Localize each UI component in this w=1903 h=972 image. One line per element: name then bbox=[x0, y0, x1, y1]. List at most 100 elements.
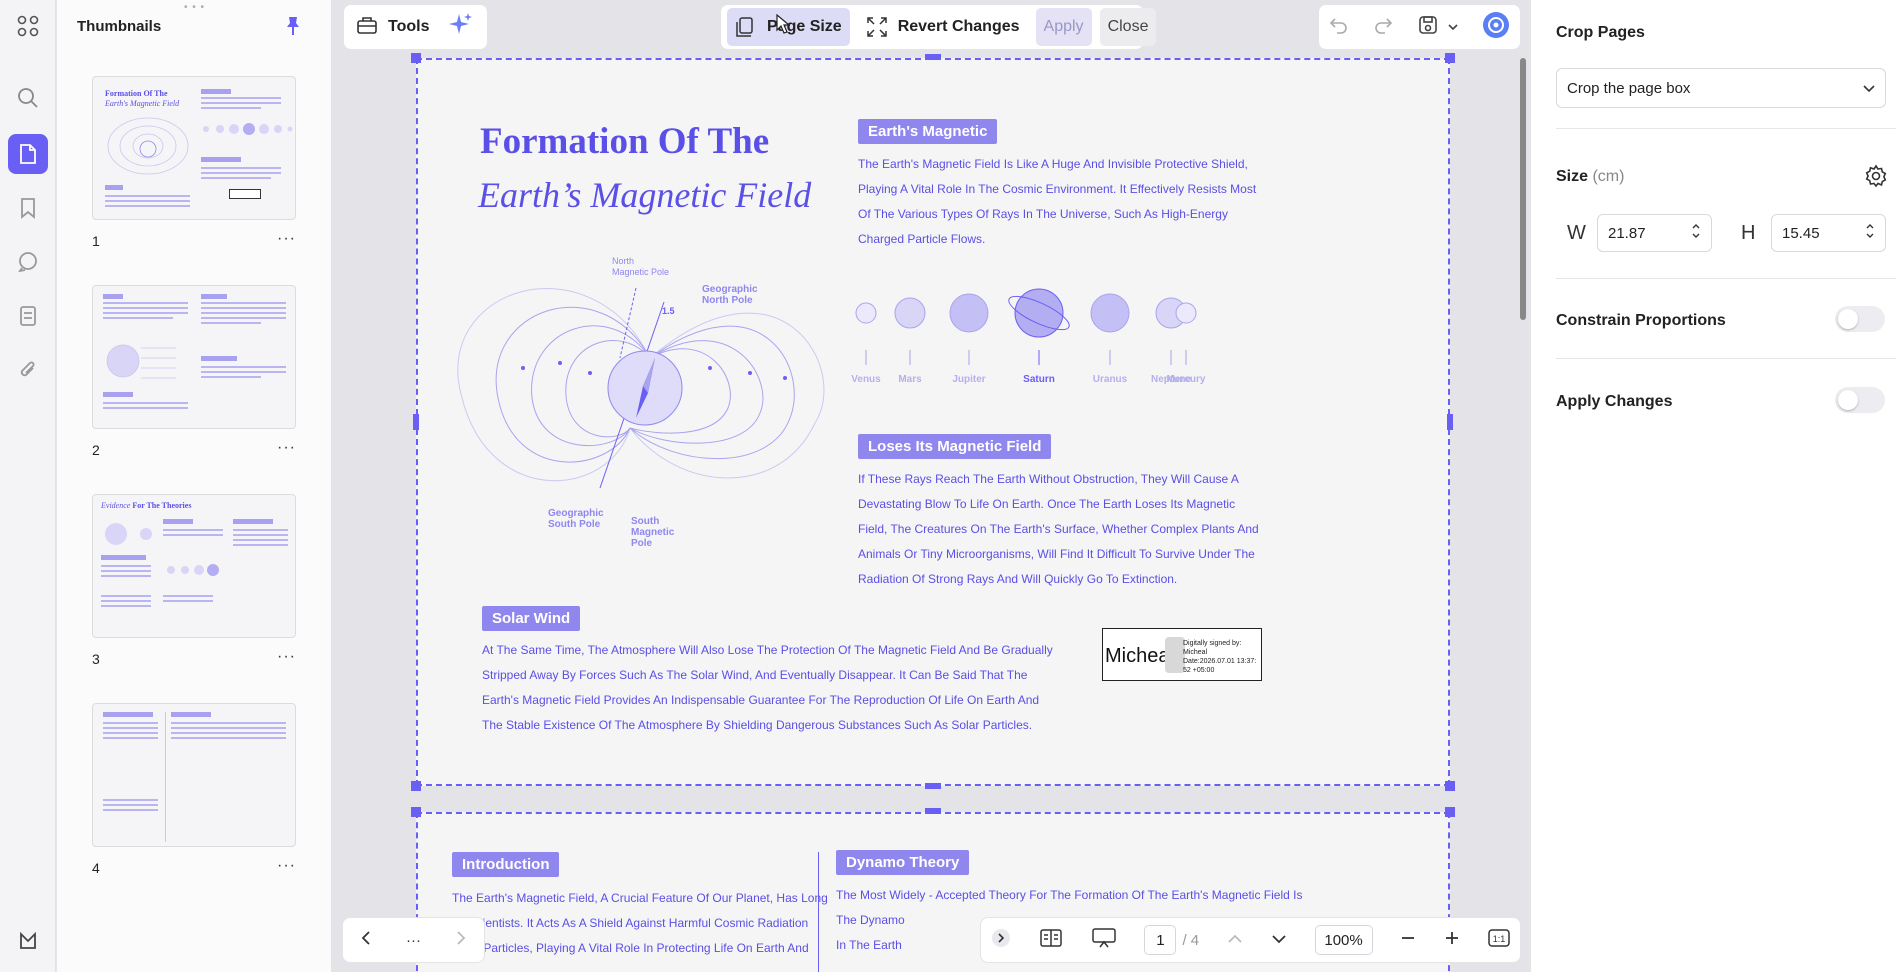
width-label: W bbox=[1567, 222, 1586, 244]
redo-icon[interactable] bbox=[1373, 16, 1393, 39]
chevron-down-icon[interactable] bbox=[1448, 18, 1458, 36]
crop-handle-top-right[interactable] bbox=[1445, 53, 1455, 63]
bookmark-icon[interactable] bbox=[8, 188, 48, 228]
more-nav-button[interactable]: ··· bbox=[406, 932, 421, 949]
thumbnail-page-3[interactable]: Evidence For The Theories bbox=[92, 494, 296, 638]
zoom-out-icon[interactable] bbox=[1400, 930, 1416, 951]
crop-pages-title: Crop Pages bbox=[1556, 24, 1645, 41]
thumbnail-number: 2 bbox=[92, 442, 100, 458]
expand-icon bbox=[866, 17, 887, 37]
zoom-level[interactable]: 100% bbox=[1314, 925, 1373, 955]
solar-wind-text: At The Same Time, The Atmosphere Will Al… bbox=[482, 643, 1053, 732]
crop-handle-right[interactable] bbox=[1447, 414, 1453, 430]
total-pages: / 4 bbox=[1182, 931, 1200, 949]
planet-label-mercury: Mercury bbox=[1166, 374, 1206, 385]
thumbnail-page-1[interactable]: Formation Of The Earth's Magnetic Field bbox=[92, 76, 296, 220]
zoom-in-icon[interactable] bbox=[1444, 930, 1460, 951]
thumbnail-page-4[interactable] bbox=[92, 703, 296, 847]
height-value: 15.45 bbox=[1782, 224, 1820, 242]
crop-handle-left[interactable] bbox=[413, 414, 419, 430]
stepper-icon[interactable] bbox=[1865, 221, 1875, 245]
thumbnail-more-button[interactable]: ··· bbox=[277, 648, 296, 666]
revert-changes-button[interactable]: Revert Changes bbox=[858, 8, 1028, 46]
attachment-icon[interactable] bbox=[8, 350, 48, 390]
pin-icon[interactable] bbox=[283, 15, 303, 42]
introduction-tag: Introduction bbox=[452, 852, 560, 877]
thumbnail-number: 3 bbox=[92, 651, 100, 667]
thumbnail-more-button[interactable]: ··· bbox=[277, 857, 296, 875]
collapse-arrow-icon[interactable] bbox=[991, 928, 1011, 953]
ai-assistant-icon[interactable] bbox=[1482, 11, 1510, 44]
crop-handle-top-left[interactable] bbox=[411, 807, 421, 817]
solar-wind-tag: Solar Wind bbox=[482, 606, 581, 631]
south-magnetic-pole-label: South Magnetic Pole bbox=[631, 516, 675, 549]
page-title-line2: Earth’s Magnetic Field bbox=[478, 175, 812, 215]
chevron-left-icon[interactable] bbox=[361, 930, 371, 951]
thumbnail-more-button[interactable]: ··· bbox=[277, 439, 296, 457]
geographic-north-pole-label: Geographic North Pole bbox=[702, 284, 758, 306]
size-unit: (cm) bbox=[1592, 168, 1625, 185]
ai-sparkle-icon[interactable] bbox=[447, 12, 473, 43]
thumbnail-page-2[interactable] bbox=[92, 285, 296, 429]
crop-handle-top[interactable] bbox=[925, 808, 941, 814]
height-label: H bbox=[1741, 222, 1756, 244]
presentation-icon[interactable] bbox=[1091, 927, 1117, 954]
geographic-south-pole-label: Geographic South Pole bbox=[548, 508, 604, 530]
constrain-proportions-toggle[interactable] bbox=[1835, 306, 1885, 332]
magnetic-field-diagram bbox=[457, 287, 825, 489]
crop-handle-top-right[interactable] bbox=[1445, 807, 1455, 817]
crop-handle-top[interactable] bbox=[925, 54, 941, 60]
apps-grid-icon[interactable] bbox=[8, 6, 48, 46]
tools-toolbar: Tools bbox=[343, 4, 488, 50]
comment-icon[interactable] bbox=[8, 242, 48, 282]
loses-magnetic-field-tag: Loses Its Magnetic Field bbox=[858, 434, 1052, 459]
page-edit-icon[interactable] bbox=[8, 134, 48, 174]
mouse-cursor-icon bbox=[776, 13, 791, 39]
chevron-up-icon[interactable] bbox=[1227, 931, 1243, 949]
current-page-input[interactable]: 1 bbox=[1144, 925, 1177, 955]
angle-label: 1.5 bbox=[662, 306, 675, 316]
actual-size-icon[interactable]: 1:1 bbox=[1488, 928, 1510, 952]
crop-handle-bottom-right[interactable] bbox=[1445, 781, 1455, 791]
loses-magnetic-field-text: If These Rays Reach The Earth Without Ob… bbox=[858, 472, 1259, 586]
crop-settings-panel: Crop Pages Crop the page box Size (cm) W… bbox=[1530, 0, 1903, 972]
search-icon[interactable] bbox=[8, 78, 48, 118]
chevron-down-icon[interactable] bbox=[1271, 931, 1287, 949]
stepper-icon[interactable] bbox=[1691, 221, 1701, 245]
thumbnails-panel: • • • Thumbnails Formation Of The Earth'… bbox=[57, 0, 332, 972]
thumbnail-more-button[interactable]: ··· bbox=[277, 230, 296, 248]
earths-magnetic-tag: Earth's Magnetic bbox=[858, 119, 998, 144]
digital-signature[interactable]: Micheal Digitally signed by: Micheal Dat… bbox=[1102, 628, 1262, 681]
signature-info: Digitally signed by: Micheal Date:2026.0… bbox=[1183, 640, 1257, 674]
page-title-line1: Formation Of The bbox=[480, 121, 770, 162]
north-magnetic-pole-label: North Magnetic Pole bbox=[612, 256, 670, 277]
gear-icon[interactable] bbox=[1864, 164, 1888, 193]
apply-changes-toggle[interactable] bbox=[1835, 387, 1885, 413]
crop-handle-bottom[interactable] bbox=[925, 783, 941, 789]
document-workspace[interactable]: Formation Of The Earth’s Magnetic Field bbox=[333, 0, 1529, 972]
chevron-right-icon[interactable] bbox=[456, 930, 466, 951]
size-title: Size (cm) bbox=[1556, 168, 1625, 185]
chevron-down-icon bbox=[1863, 80, 1875, 97]
tools-icon[interactable] bbox=[356, 14, 378, 41]
form-icon[interactable] bbox=[8, 296, 48, 336]
planet-label-mars: Mars bbox=[898, 374, 922, 385]
undo-icon[interactable] bbox=[1329, 16, 1349, 39]
divider bbox=[1556, 358, 1896, 359]
width-input[interactable]: 21.87 bbox=[1597, 214, 1712, 252]
apply-button[interactable]: Apply bbox=[1035, 8, 1092, 46]
page-layout-icon[interactable] bbox=[1039, 928, 1063, 953]
panel-grip[interactable]: • • • bbox=[184, 2, 205, 13]
vertical-scrollbar[interactable] bbox=[1520, 58, 1526, 320]
theme-icon[interactable] bbox=[8, 920, 48, 960]
tools-button[interactable]: Tools bbox=[388, 18, 429, 36]
planet-label-saturn: Saturn bbox=[1023, 374, 1055, 385]
height-input[interactable]: 15.45 bbox=[1771, 214, 1886, 252]
crop-handle-top-left[interactable] bbox=[411, 53, 421, 63]
crop-handle-bottom-left[interactable] bbox=[411, 781, 421, 791]
close-button[interactable]: Close bbox=[1099, 8, 1157, 46]
save-icon[interactable] bbox=[1418, 15, 1438, 40]
apply-changes-label: Apply Changes bbox=[1556, 393, 1673, 410]
width-value: 21.87 bbox=[1608, 224, 1646, 242]
crop-mode-select[interactable]: Crop the page box bbox=[1556, 68, 1886, 108]
